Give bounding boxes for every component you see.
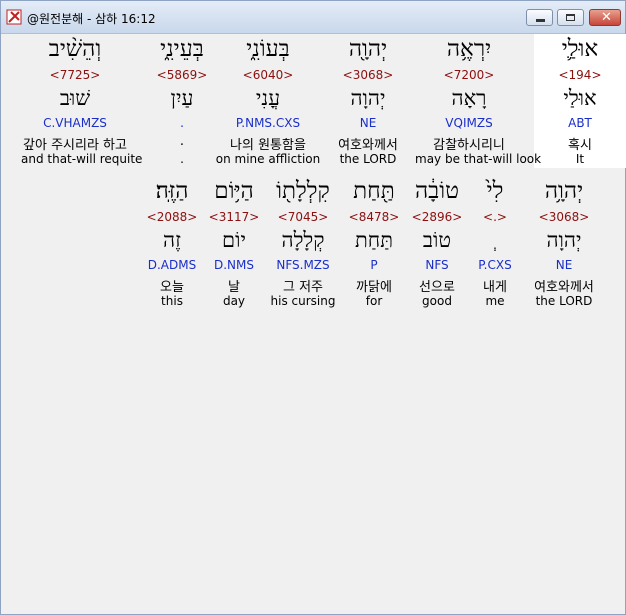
morphology-code: P.NMS.CXS <box>235 116 301 130</box>
morphology-code: NE <box>359 116 377 130</box>
korean-gloss: 오늘 <box>160 280 184 295</box>
window-title: @원전분해 - 삼하 16:12 <box>27 12 156 26</box>
hebrew-word: הַזֶּֽה׃ <box>155 178 189 204</box>
minimize-button[interactable] <box>526 9 553 26</box>
word-cell[interactable]: בְּעֵינִ֑י <5869> עַיִן . . . <box>136 34 228 168</box>
strong-number[interactable]: <7725> <box>29 68 121 82</box>
korean-gloss: 갚아 주시리라 하고 <box>23 138 127 153</box>
minimize-icon <box>536 19 545 22</box>
title-bar[interactable]: @원전분해 - 삼하 16:12 ✕ <box>1 1 625 34</box>
morphology-code: . <box>180 116 184 130</box>
english-gloss: . <box>180 152 184 166</box>
lemma: עֳנִי <box>255 86 281 110</box>
korean-gloss: 여호와께서 <box>338 138 398 153</box>
app-logo-icon <box>6 9 22 25</box>
lemma: עַיִן <box>170 86 194 110</box>
maximize-button[interactable] <box>557 9 584 26</box>
english-gloss: this <box>161 294 183 308</box>
hebrew-word: בְּעֵינִ֑י <box>160 36 204 62</box>
morphology-code: D.ADMS <box>147 258 197 272</box>
maximize-icon <box>566 14 575 21</box>
word-cell[interactable]: וְהֵשִׁ֨יב <7725> שׁוּב C.VHAMZS 갚아 주시리라… <box>21 34 142 168</box>
word-cell[interactable]: יִרְאֶ֥ה <7200> רָאָה VQIMZS 감찰하시리니 may … <box>415 34 541 168</box>
strong-number[interactable]: <5869> <box>136 68 228 82</box>
hebrew-word: יְהוָ֖ה <box>348 36 388 62</box>
english-gloss: It <box>575 152 585 166</box>
hebrew-word: אוּלַ֛י <box>561 36 599 62</box>
close-button[interactable]: ✕ <box>589 9 621 26</box>
word-cell[interactable]: אוּלַ֛י <194> אוּלַי ABT 혹시 It <box>534 34 626 168</box>
hebrew-word: בְּעוֹנִ֑י <box>246 36 290 62</box>
word-cell[interactable]: יְהוָ֖ה <3068> יְהוָה NE 여호와께서 the LORD <box>322 34 414 168</box>
english-gloss: the LORD <box>339 152 397 166</box>
english-gloss: may be that-will look <box>415 152 542 166</box>
strong-number[interactable]: <2088> <box>126 210 218 224</box>
lemma: שׁוּב <box>59 86 91 110</box>
morphology-code: C.VHAMZS <box>43 116 107 130</box>
hebrew-word: יִרְאֶ֥ה <box>446 36 492 62</box>
app-window: @원전분해 - 삼하 16:12 ✕ אוּלַ֛י <194> אוּלַי … <box>0 0 626 615</box>
english-gloss: and that-will requite <box>21 152 143 166</box>
morphology-code: VQIMZS <box>445 116 493 130</box>
strong-number[interactable]: <7200> <box>423 68 515 82</box>
strong-number[interactable]: <194> <box>534 68 626 82</box>
word-cell[interactable]: הַזֶּֽה׃ <2088> זֶה D.ADMS 오늘 this <box>126 176 218 310</box>
korean-gloss: . <box>179 134 185 149</box>
lemma: אוּלַי <box>563 86 597 110</box>
lemma: רָאָה <box>451 86 487 110</box>
strong-number[interactable]: <6040> <box>222 68 314 82</box>
korean-gloss: 감찰하시리니 <box>433 138 505 153</box>
interlinear-panel: אוּלַ֛י <194> אוּלַי ABT 혹시 It יִרְאֶ֥ה … <box>5 34 626 610</box>
lemma: יְהוָה <box>350 86 386 110</box>
lemma: זֶה <box>163 228 181 252</box>
strong-number[interactable]: <3068> <box>322 68 414 82</box>
morphology-code: ABT <box>568 116 592 130</box>
close-icon: ✕ <box>601 10 612 25</box>
korean-gloss: 혹시 <box>568 138 592 153</box>
hebrew-word: וְהֵשִׁ֨יב <box>48 36 102 62</box>
